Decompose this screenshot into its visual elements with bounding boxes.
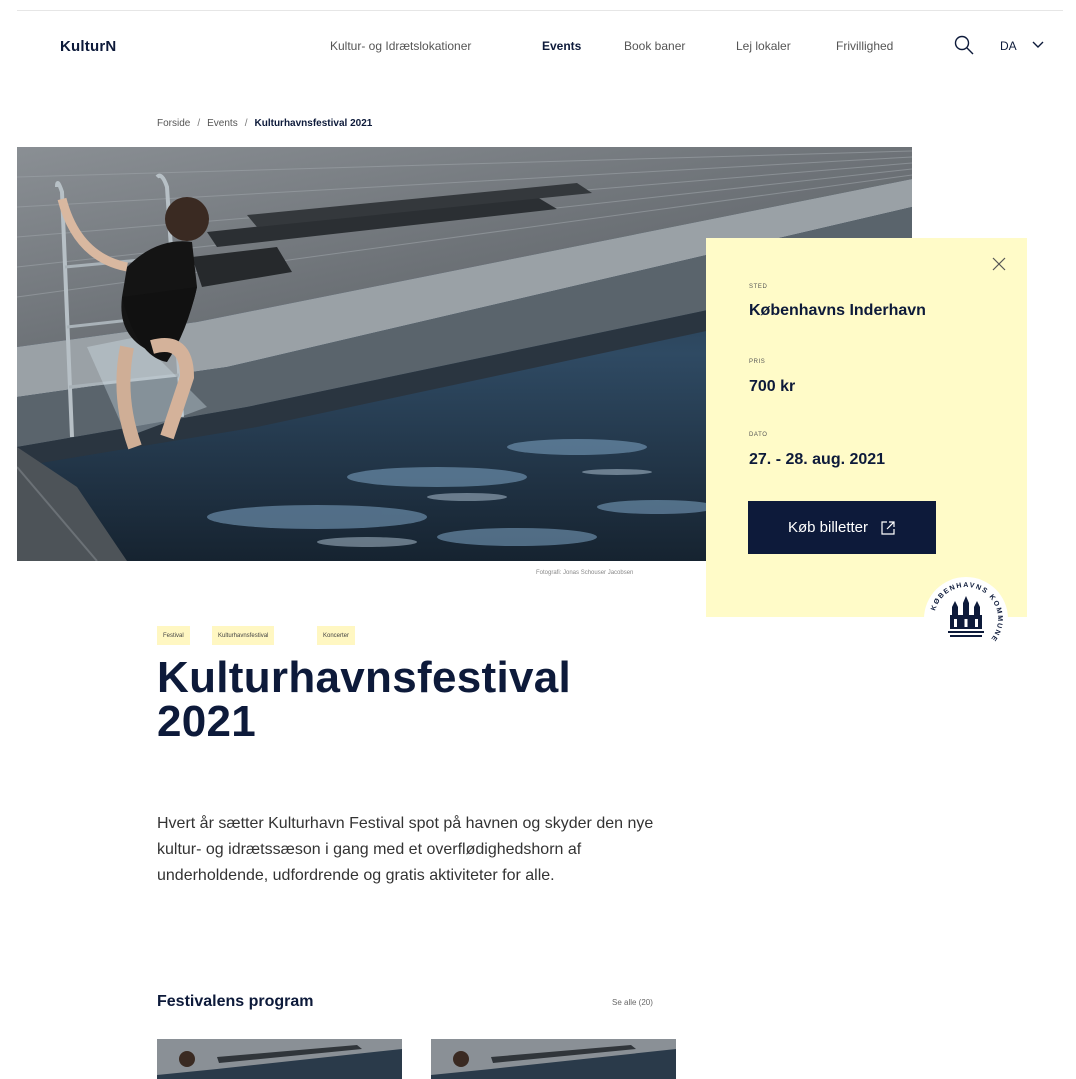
breadcrumb-separator: / (244, 118, 248, 129)
buy-tickets-button[interactable]: Køb billetter (748, 501, 936, 554)
nav-item-rent-rooms[interactable]: Lej lokaler (736, 39, 791, 53)
breadcrumb-events[interactable]: Events (207, 118, 238, 129)
event-info-card: STED Københavns Inderhavn PRIS 700 kr DA… (706, 238, 1027, 617)
see-all-link[interactable]: Se alle (20) (612, 998, 653, 1007)
photo-credit: Fotografi: Jonas Schouser Jacobsen (536, 570, 634, 576)
chevron-down-icon[interactable] (1031, 40, 1045, 50)
title-line-2: 2021 (157, 697, 257, 746)
external-link-icon (881, 520, 895, 535)
tag-concerts[interactable]: Koncerter (317, 626, 356, 645)
price-label: PRIS (749, 359, 766, 365)
price-value: 700 kr (749, 378, 796, 395)
nav-item-book-courts[interactable]: Book baner (624, 39, 685, 53)
breadcrumb-separator: / (197, 118, 201, 129)
nav-item-volunteering[interactable]: Frivillighed (836, 39, 893, 53)
language-selector[interactable]: DA (1000, 39, 1017, 53)
intro-text: Hvert år sætter Kulturhavn Festival spot… (157, 815, 654, 884)
nav-item-locations[interactable]: Kultur- og Idrætslokationer (330, 39, 471, 53)
search-icon[interactable] (953, 34, 975, 56)
nav-item-events[interactable]: Events (542, 39, 581, 53)
buy-tickets-label: Køb billetter (787, 519, 869, 536)
date-value: 27. - 28. aug. 2021 (749, 451, 886, 468)
title-line-1: Kulturhavnsfestival (157, 653, 572, 702)
tag-kulturhavnsfestival[interactable]: Kulturhavnsfestival (212, 626, 275, 645)
close-icon[interactable] (989, 254, 1009, 274)
place-label: STED (749, 284, 768, 290)
date-label: DATO (749, 432, 768, 438)
program-card-thumbnail[interactable] (431, 1039, 676, 1079)
breadcrumb-current: Kulturhavnsfestival 2021 (254, 118, 373, 129)
breadcrumb-home[interactable]: Forside (157, 118, 190, 129)
program-card-thumbnail[interactable] (157, 1039, 402, 1079)
page-title: Kulturhavnsfestival 2021 (157, 656, 571, 744)
logo[interactable]: KulturN (60, 38, 116, 55)
program-heading: Festivalens program (157, 993, 314, 1010)
place-value: Københavns Inderhavn (749, 302, 926, 319)
tag-festival[interactable]: Festival (157, 626, 190, 645)
copenhagen-seal-logo: KØBENHAVNS KOMMUNE (924, 577, 1008, 661)
breadcrumb: Forside / Events / Kulturhavnsfestival 2021 (157, 118, 372, 129)
